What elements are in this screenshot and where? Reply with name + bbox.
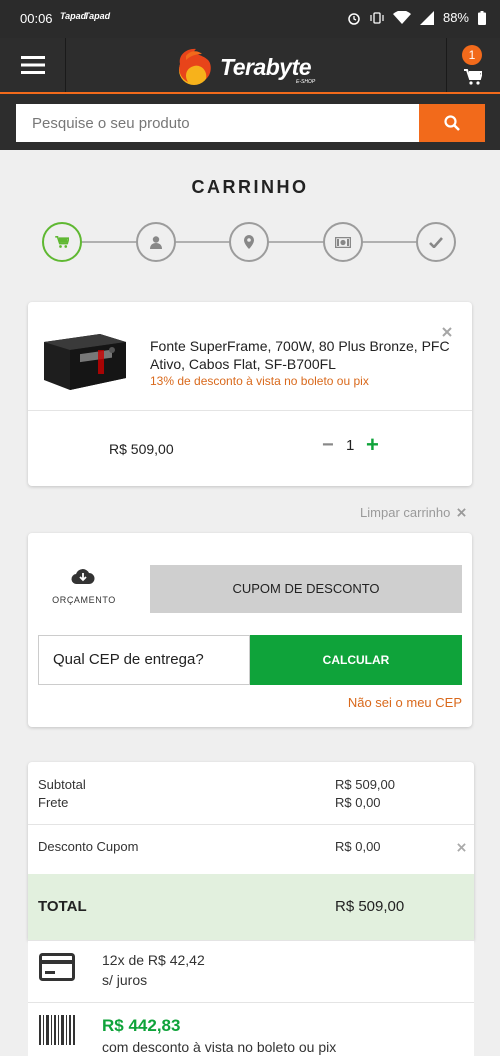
orcamento-label: ORÇAMENTO: [52, 595, 116, 605]
calculate-shipping-button[interactable]: CALCULAR: [250, 635, 462, 685]
signal-icon: [419, 10, 434, 25]
shipping-card: ORÇAMENTO CUPOM DE DESCONTO Qual CEP de …: [28, 533, 472, 727]
logo-text: Terabyte: [220, 54, 312, 80]
status-time: 00:06: [20, 11, 53, 26]
cash-price: R$ 442,83: [102, 1016, 181, 1035]
coupon-discount-label: Desconto Cupom: [38, 839, 139, 854]
clear-cart-link[interactable]: Limpar carrinho: [360, 505, 466, 520]
status-bar: 00:06 Tapad Tapad 88%: [0, 0, 500, 38]
battery-level: 88%: [442, 10, 469, 25]
total-row: TOTAL R$ 509,00: [28, 874, 474, 940]
notification-icon: Tapad: [84, 11, 111, 21]
step-connector: [268, 241, 324, 243]
remove-item-icon[interactable]: [442, 327, 452, 337]
order-summary: Subtotal R$ 509,00 Frete R$ 0,00 Descont…: [28, 762, 474, 940]
step-connector: [175, 241, 231, 243]
clear-cart-label: Limpar carrinho: [360, 505, 451, 520]
site-header: Terabyte E-SHOP 1: [0, 38, 500, 94]
wifi-icon: [392, 10, 411, 24]
menu-button[interactable]: [0, 38, 66, 92]
quantity-stepper: − 1 +: [322, 432, 384, 458]
total-label: TOTAL: [38, 898, 87, 915]
cep-input[interactable]: Qual CEP de entrega?: [38, 635, 250, 685]
cart-item-card: Fonte SuperFrame, 700W, 80 Plus Bronze, …: [28, 302, 472, 486]
user-icon: [150, 235, 162, 249]
money-icon: [335, 236, 351, 248]
remove-coupon-icon[interactable]: [457, 843, 466, 852]
step-connector: [362, 241, 418, 243]
quantity-decrease-button[interactable]: −: [322, 434, 334, 457]
close-icon: [457, 508, 466, 517]
barcode-icon: [39, 1015, 75, 1045]
cep-help-link[interactable]: Não sei o meu CEP: [348, 695, 462, 710]
cart-icon: [464, 69, 482, 85]
step-cart[interactable]: [42, 222, 82, 262]
step-address[interactable]: [229, 222, 269, 262]
step-connector: [82, 241, 138, 243]
search-button[interactable]: [419, 104, 485, 142]
total-value: R$ 509,00: [335, 898, 405, 915]
cart-count-badge: 1: [462, 45, 482, 65]
product-discount: 13% de desconto à vista no boleto ou pix: [150, 374, 369, 388]
product-name[interactable]: Fonte SuperFrame, 700W, 80 Plus Bronze, …: [150, 337, 450, 373]
page-title: CARRINHO: [191, 177, 309, 197]
notification-icon: Tapad: [60, 11, 87, 21]
check-icon: [429, 236, 443, 248]
quantity-value[interactable]: 1: [346, 437, 354, 454]
subtotal-value: R$ 509,00: [335, 777, 395, 792]
installment-option: 12x de R$ 42,42 s/ juros: [28, 940, 474, 1002]
flame-logo-icon: [179, 48, 211, 85]
status-icons: 88%: [347, 10, 486, 25]
step-account[interactable]: [136, 222, 176, 262]
power-supply-image: [44, 334, 126, 390]
search-bar: [0, 94, 500, 150]
frete-value: R$ 0,00: [335, 795, 381, 810]
location-pin-icon: [244, 235, 254, 249]
card-divider: [28, 410, 472, 411]
search-icon: [444, 115, 460, 131]
product-image[interactable]: [38, 328, 130, 398]
installment-text: 12x de R$ 42,42: [102, 952, 205, 968]
product-price: R$ 509,00: [109, 441, 174, 457]
credit-card-icon: [39, 953, 75, 981]
installment-note: s/ juros: [102, 972, 148, 988]
cash-description: com desconto à vista no boleto ou pix: [102, 1039, 337, 1055]
step-confirm[interactable]: [416, 222, 456, 262]
orcamento-button[interactable]: ORÇAMENTO: [38, 567, 130, 609]
battery-icon: [478, 10, 486, 25]
step-payment[interactable]: [323, 222, 363, 262]
subtotal-label: Subtotal: [38, 777, 86, 792]
coupon-button[interactable]: CUPOM DE DESCONTO: [150, 565, 462, 613]
header-cart-button[interactable]: 1: [446, 38, 500, 92]
alarm-icon: [348, 12, 360, 25]
vibrate-icon: [370, 11, 384, 24]
coupon-discount-value: R$ 0,00: [335, 839, 381, 854]
summary-divider: [28, 824, 474, 825]
logo[interactable]: Terabyte E-SHOP: [172, 46, 332, 86]
cash-option: R$ 442,83 com desconto à vista no boleto…: [28, 1002, 474, 1056]
search-input[interactable]: [16, 104, 419, 142]
cart-icon: [55, 236, 69, 248]
logo-subtext: E-SHOP: [296, 79, 316, 85]
cloud-download-icon: [71, 569, 95, 585]
hamburger-icon: [20, 56, 45, 74]
quantity-increase-button[interactable]: +: [366, 432, 379, 458]
frete-label: Frete: [38, 795, 69, 810]
